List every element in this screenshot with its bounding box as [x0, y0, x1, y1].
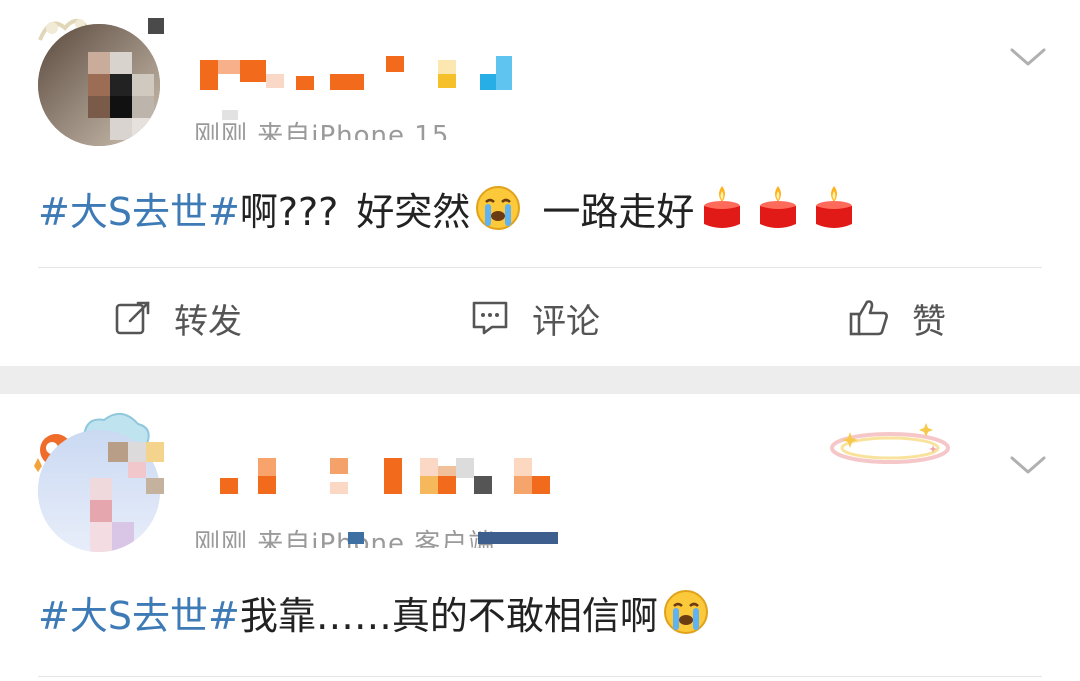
repost-button[interactable]: 转发 — [114, 290, 242, 346]
avatar-pixel — [128, 462, 146, 478]
crying-emoji-icon — [476, 186, 521, 230]
content-text-c: 一路走好 — [542, 189, 695, 234]
content-text-a: 啊??? — [239, 189, 339, 234]
like-label: 赞 — [912, 301, 946, 342]
comment-button[interactable]: 评论 — [470, 290, 600, 346]
repost-icon — [115, 301, 150, 335]
post-card-2: 刚刚 来自iPhone 客户端 #大S去世# 我靠……真的不敢相信啊 — [0, 394, 1080, 681]
meta-pixel — [222, 110, 238, 120]
post-card-1: 刚刚 来自iPhone 15 #大S去世# 啊??? 好突然 一路走好 转发 评… — [0, 0, 1080, 366]
hashtag-link[interactable]: #大S去世# — [38, 181, 240, 236]
avatar-pixel-overflow — [148, 18, 164, 34]
username-redacted[interactable] — [220, 456, 560, 500]
avatar-pixel — [108, 442, 128, 462]
meta-pixel — [478, 532, 558, 544]
content-text-a: 我靠……真的不敢相信啊 — [239, 593, 658, 638]
hashtag-link[interactable]: #大S去世# — [38, 585, 240, 640]
meta-pixel — [348, 532, 364, 544]
candle-emoji-icon — [816, 186, 853, 228]
chevron-down-icon[interactable] — [1008, 36, 1048, 76]
repost-label: 转发 — [174, 301, 242, 342]
username-redacted[interactable] — [200, 52, 520, 94]
post-content: #大S去世# 我靠……真的不敢相信啊 — [38, 584, 714, 640]
post-separator — [0, 366, 1080, 394]
crying-emoji-icon — [663, 590, 708, 634]
thumbs-up-icon — [849, 300, 888, 336]
comment-icon — [472, 301, 508, 335]
avatar[interactable] — [38, 24, 160, 146]
like-button[interactable]: 赞 — [848, 290, 946, 346]
chevron-down-icon[interactable] — [1008, 444, 1048, 484]
divider — [38, 676, 1042, 677]
content-text-b: 好突然 — [356, 189, 471, 234]
halo-sticker-icon — [828, 418, 952, 474]
post-meta: 刚刚 来自iPhone 客户端 — [194, 529, 496, 548]
post-content: #大S去世# 啊??? 好突然 一路走好 — [38, 180, 862, 236]
candle-emoji-icon — [704, 186, 741, 228]
comment-label: 评论 — [532, 301, 600, 342]
avatar-pixel — [146, 478, 164, 494]
divider — [38, 267, 1042, 268]
avatar-pixel — [146, 442, 164, 462]
avatar-pixel — [128, 442, 146, 462]
candle-emoji-icon — [760, 186, 797, 228]
